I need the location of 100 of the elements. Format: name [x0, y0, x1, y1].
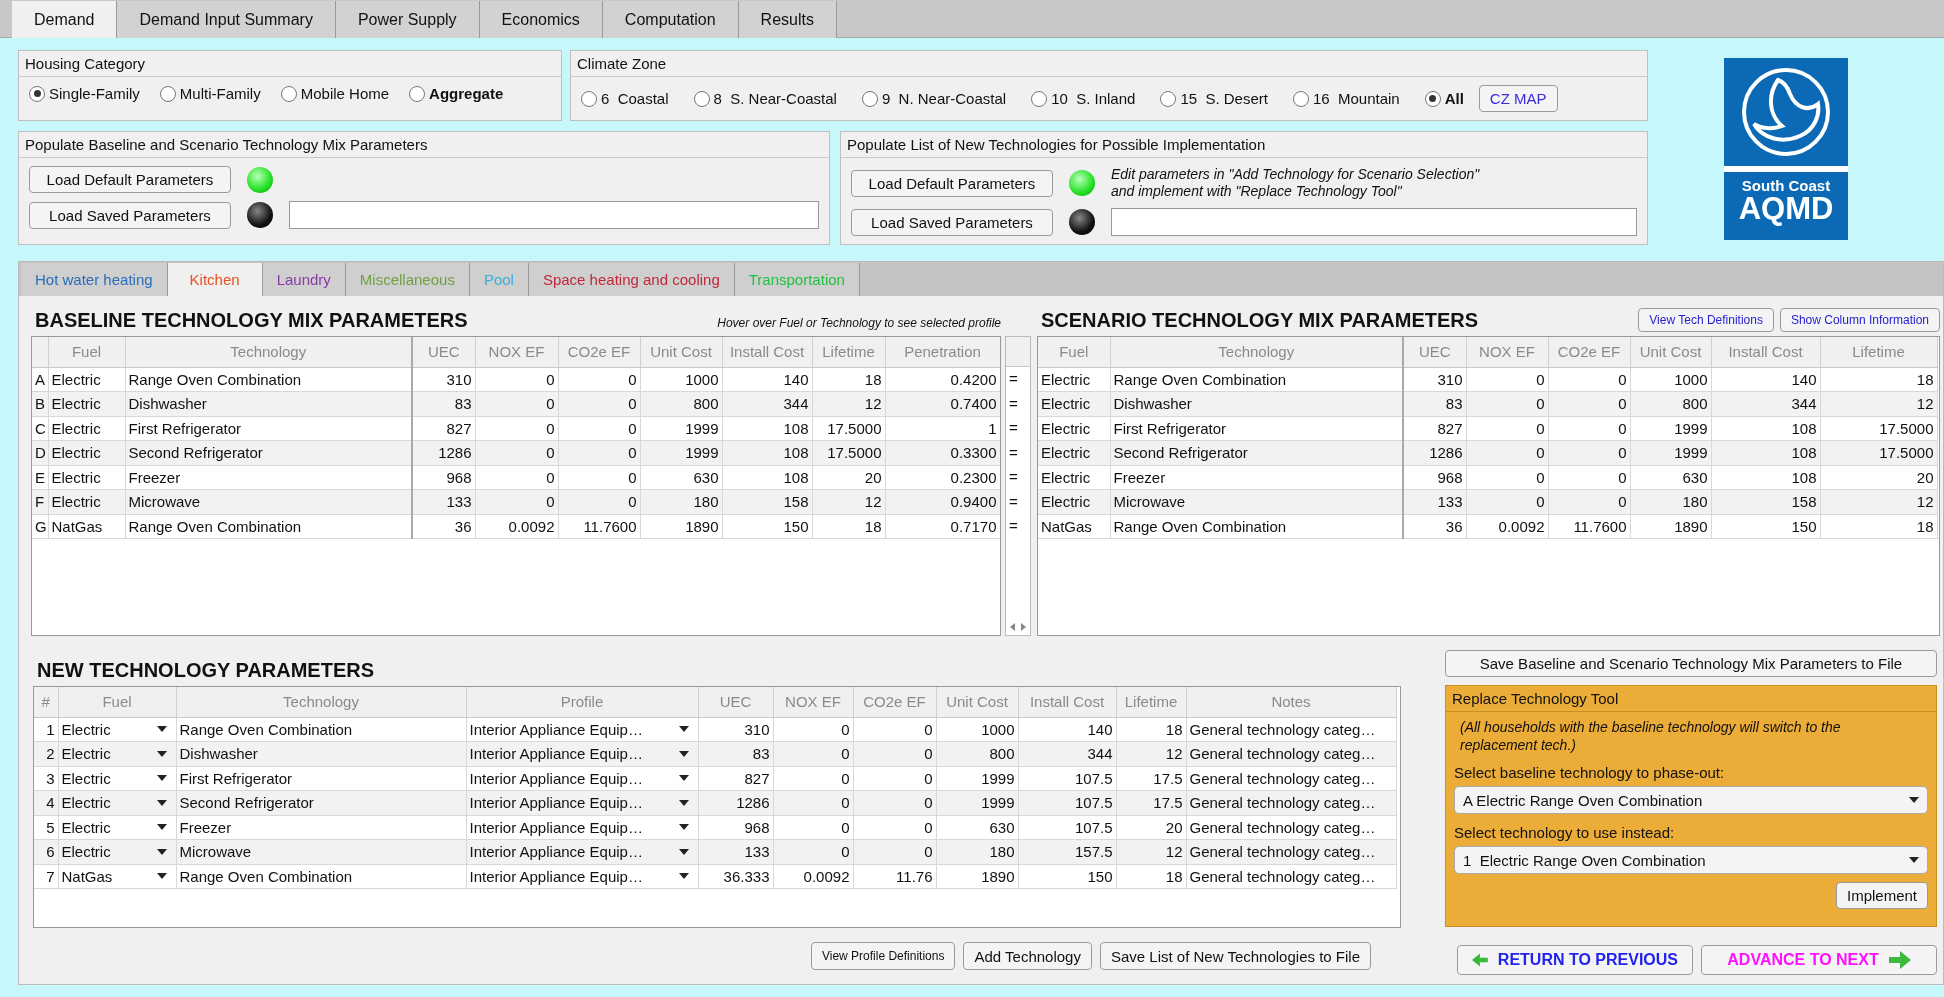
table-cell: Range Oven Combination	[176, 717, 466, 742]
table-cell: 107.5	[1018, 790, 1116, 815]
load-button[interactable]: Load Saved Parameters	[851, 208, 1053, 236]
table-cell: 344	[722, 391, 812, 416]
caret-icon[interactable]	[156, 824, 167, 831]
table-cell: 0	[773, 766, 853, 791]
load-button[interactable]: Load Default Parameters	[29, 166, 231, 193]
implement-button[interactable]: Implement	[1835, 882, 1928, 909]
back-button[interactable]: RETURN TO PREVIOUS	[1457, 945, 1693, 975]
load-button[interactable]: Load Default Parameters	[851, 169, 1053, 197]
caret-icon[interactable]	[678, 775, 689, 782]
tab[interactable]: Demand	[12, 1, 118, 38]
radio-button[interactable]: 16 Mountain	[1292, 90, 1400, 107]
dropdown-cell[interactable]: Interior Appliance Equip…	[466, 717, 698, 742]
equals-sign: =	[1009, 443, 1018, 461]
caret-icon[interactable]	[678, 824, 689, 831]
column-header: UEC	[412, 337, 475, 367]
caret-icon[interactable]	[156, 750, 167, 757]
table-cell: 108	[722, 440, 812, 465]
radio-button[interactable]: Aggregate	[409, 85, 504, 102]
map-button[interactable]: CZ MAP	[1478, 85, 1558, 112]
row-label: C	[32, 416, 48, 441]
caret-icon[interactable]	[1909, 857, 1919, 863]
caret-icon[interactable]	[678, 873, 689, 880]
caret-icon[interactable]	[156, 799, 167, 806]
radio-button[interactable]: All	[1424, 90, 1464, 107]
equals-sign: =	[1009, 517, 1018, 534]
dropdown-cell[interactable]: Interior Appliance Equip…	[466, 790, 698, 815]
caret-icon[interactable]	[678, 726, 689, 733]
table-cell: 36	[1403, 514, 1466, 539]
column-header: Fuel	[1038, 337, 1110, 367]
table-cell: Range Oven Combination	[125, 367, 412, 392]
equals-sign: =	[1009, 419, 1018, 436]
scroll-arrows-icon[interactable]	[1010, 623, 1026, 631]
table-cell: 0.9400	[885, 489, 1000, 514]
radio-button[interactable]: 9 N. Near-Coastal	[861, 90, 1007, 107]
arrow-icon	[1888, 951, 1911, 969]
dropdown[interactable]: 1 Electric Range Oven Combination	[1454, 846, 1928, 874]
save-button[interactable]: Save Baseline and Scenario Technology Mix Parameters to File	[1445, 650, 1937, 677]
table-cell: First Refrigerator	[125, 416, 412, 441]
tab[interactable]: Space heating and cooling	[528, 263, 735, 296]
action-button[interactable]: Save List of New Technologies to File	[1099, 942, 1371, 970]
caret-icon[interactable]	[156, 848, 167, 855]
tab[interactable]: Results	[738, 1, 837, 38]
tab[interactable]: Power Supply	[335, 1, 480, 38]
dropdown-cell[interactable]: Electric	[58, 790, 176, 815]
radio-button[interactable]: 6 Coastal	[581, 90, 669, 107]
panel-title: Replace Technology Tool	[1446, 686, 1936, 712]
tab[interactable]: Computation	[602, 1, 739, 38]
dropdown-cell[interactable]: Interior Appliance Equip…	[466, 839, 698, 864]
table-cell: 36	[412, 514, 475, 539]
info-button[interactable]: Show Column Information	[1779, 308, 1940, 332]
table-cell: 11.76	[853, 864, 936, 889]
table-cell: 20	[812, 465, 885, 490]
dropdown-cell[interactable]: Interior Appliance Equip…	[466, 766, 698, 791]
load-button[interactable]: Load Saved Parameters	[29, 201, 231, 229]
radio-button[interactable]: Mobile Home	[280, 85, 390, 102]
dropdown-cell[interactable]: Interior Appliance Equip…	[466, 741, 698, 766]
caret-icon[interactable]	[156, 726, 167, 733]
caret-icon[interactable]	[678, 848, 689, 855]
file-path-field[interactable]	[289, 201, 819, 229]
dropdown-cell[interactable]: Electric	[58, 717, 176, 742]
tab[interactable]: Demand Input Summary	[117, 1, 336, 38]
caret-icon[interactable]	[678, 750, 689, 757]
caret-icon[interactable]	[156, 775, 167, 782]
action-button[interactable]: Add Technology	[963, 942, 1092, 970]
dropdown-cell[interactable]: Electric	[58, 815, 176, 840]
radio-button[interactable]: 15 S. Desert	[1160, 90, 1268, 107]
radio-button[interactable]: 8 S. Near-Coastal	[693, 90, 837, 107]
radio-button[interactable]: Single-Family	[29, 85, 140, 102]
table-cell: 0	[853, 717, 936, 742]
tab[interactable]: Economics	[479, 1, 603, 38]
table-cell: 17.5000	[812, 416, 885, 441]
dropdown-cell[interactable]: Interior Appliance Equip…	[466, 864, 698, 889]
caret-icon[interactable]	[156, 873, 167, 880]
row-number: 6	[34, 839, 58, 864]
radio-button[interactable]: Multi-Family	[159, 85, 261, 102]
dropdown-cell[interactable]: Electric	[58, 741, 176, 766]
table-cell: 310	[698, 717, 773, 742]
caret-icon[interactable]	[678, 799, 689, 806]
info-button[interactable]: View Tech Definitions	[1638, 308, 1774, 332]
caret-icon[interactable]	[1909, 797, 1919, 803]
table-cell: 20	[1820, 465, 1937, 490]
dropdown-cell[interactable]: Interior Appliance Equip…	[466, 815, 698, 840]
column-header: Fuel	[48, 337, 125, 367]
table-cell: General technology categ…	[1186, 815, 1396, 840]
dropdown-cell[interactable]: Electric	[58, 766, 176, 791]
hint-text: (All households with the baseline technology will switch to the replacement tech.)	[1459, 718, 1842, 754]
field-label: Select technology to use instead:	[1454, 824, 1676, 841]
dropdown-cell[interactable]: NatGas	[58, 864, 176, 889]
dropdown[interactable]: A Electric Range Oven Combination	[1454, 786, 1928, 814]
action-button[interactable]: View Profile Definitions	[810, 942, 956, 970]
file-path-field[interactable]	[1111, 208, 1637, 236]
table-cell: 108	[722, 465, 812, 490]
dropdown-cell[interactable]: Electric	[58, 839, 176, 864]
tab[interactable]: Laundry	[262, 263, 346, 296]
table-cell: 1000	[1630, 367, 1711, 392]
radio-button[interactable]: 10 S. Inland	[1031, 90, 1136, 107]
column-header: NOX EF	[475, 337, 558, 367]
column-header: Fuel	[58, 687, 176, 717]
